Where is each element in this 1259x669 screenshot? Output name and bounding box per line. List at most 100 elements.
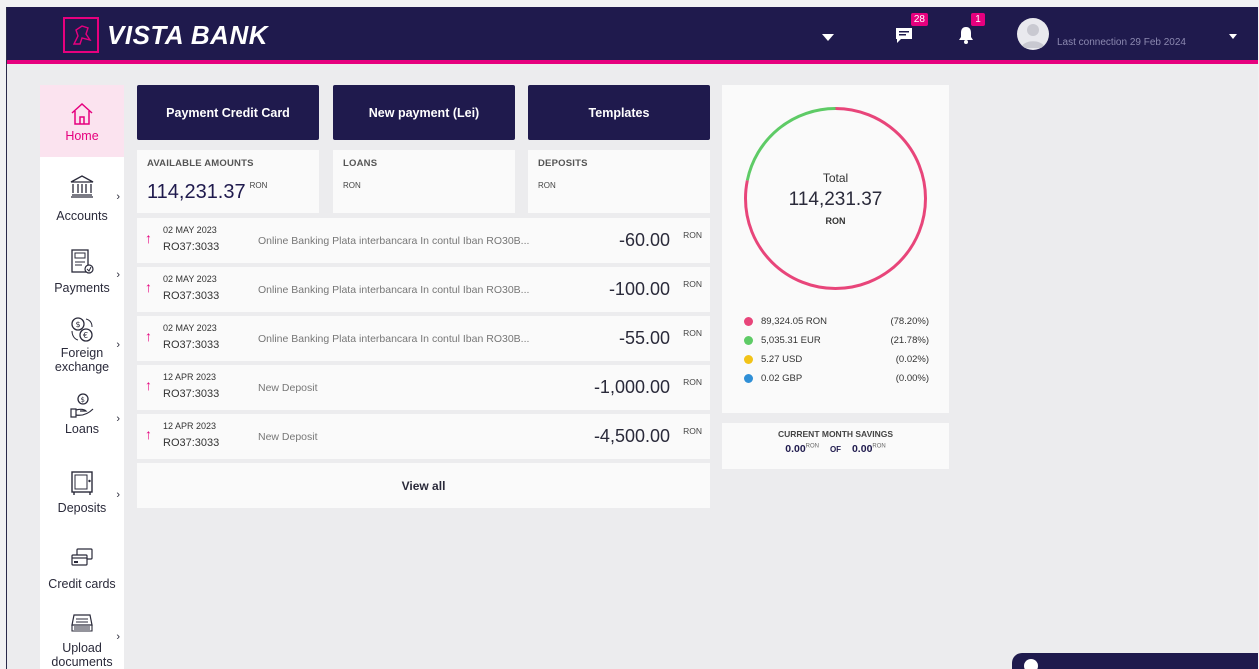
sidebar-item-upload-documents[interactable]: › Upload documents — [40, 603, 124, 669]
brand-logo[interactable]: VISTA BANK — [63, 17, 268, 53]
total-label: Total — [822, 171, 849, 185]
sidebar-item-loans[interactable]: $ › Loans — [40, 385, 124, 457]
new-payment-button[interactable]: New payment (Lei) — [333, 85, 515, 140]
transaction-account: RO37:3033 — [163, 388, 220, 400]
chevron-right-icon: › — [116, 339, 120, 351]
payment-credit-card-button[interactable]: Payment Credit Card — [137, 85, 319, 140]
savings-target: 0.00 — [851, 443, 873, 455]
upload-tray-icon — [71, 614, 93, 632]
last-connection-text: Last connection 29 Feb 2024 — [1057, 37, 1186, 48]
transaction-account: RO37:3033 — [163, 437, 220, 449]
transaction-currency: RON — [683, 328, 702, 338]
transaction-currency: RON — [683, 377, 702, 387]
outgoing-arrow-icon: ↑ — [145, 279, 152, 295]
transaction-currency: RON — [683, 230, 702, 240]
legend-item: 89,324.05 RON (78.20%) — [744, 313, 929, 329]
bank-icon — [70, 175, 94, 198]
chevron-right-icon: › — [116, 191, 120, 203]
available-amounts-title: AVAILABLE AMOUNTS — [147, 158, 254, 169]
transaction-row[interactable]: ↑ 02 MAY 2023 RO37:3033 Online Banking P… — [137, 218, 710, 263]
transaction-amount: -100.00 — [608, 279, 670, 299]
chevron-right-icon: › — [116, 269, 120, 281]
outgoing-arrow-icon: ↑ — [145, 377, 152, 393]
legend-percent: (78.20%) — [890, 315, 929, 327]
transaction-row[interactable]: ↑ 12 APR 2023 RO37:3033 New Deposit -4,5… — [137, 414, 710, 459]
home-icon — [71, 102, 93, 125]
sidebar-item-foreign-exchange[interactable]: $ € › Foreign exchange — [40, 311, 124, 383]
sidebar-item-label: Accounts — [56, 209, 108, 223]
notifications-badge: 1 — [971, 13, 985, 26]
available-amounts-card[interactable]: AVAILABLE AMOUNTS 114,231.37 RON — [137, 150, 319, 213]
safe-icon — [71, 471, 93, 495]
currency-label: RON — [538, 181, 556, 190]
sidebar-item-label: Foreign exchange — [54, 346, 110, 374]
legend-item: 0.02 GBP (0.00%) — [744, 370, 929, 386]
transaction-date: 02 MAY 2023 — [163, 274, 217, 284]
legend-percent: (21.78%) — [890, 334, 929, 346]
transaction-account: RO37:3033 — [163, 290, 220, 302]
transaction-row[interactable]: ↑ 12 APR 2023 RO37:3033 New Deposit -1,0… — [137, 365, 710, 410]
user-icon — [1021, 24, 1045, 48]
top-header: VISTA BANK 28 1 Last connection 29 Feb 2… — [7, 7, 1258, 64]
sidebar-item-accounts[interactable]: › Accounts — [40, 163, 124, 235]
balance-breakdown-card: Total 114,231.37 RON 89,324.05 RON (78.2… — [722, 85, 949, 413]
transaction-date: 02 MAY 2023 — [163, 323, 217, 333]
outgoing-arrow-icon: ↑ — [145, 328, 152, 344]
legend-percent: (0.00%) — [895, 372, 929, 384]
savings-title: CURRENT MONTH SAVINGS — [777, 429, 894, 439]
savings-current-currency: RON — [805, 443, 820, 450]
currency-label: RON — [249, 181, 268, 190]
transaction-row[interactable]: ↑ 02 MAY 2023 RO37:3033 Online Banking P… — [137, 316, 710, 361]
horse-logo-icon — [63, 17, 99, 53]
notifications-button[interactable]: 1 — [957, 13, 985, 45]
sidebar-item-label: Credit cards — [48, 577, 116, 591]
messages-badge: 28 — [910, 13, 928, 26]
sidebar-item-label: Loans — [64, 422, 100, 436]
view-all-button[interactable]: View all — [137, 463, 710, 508]
svg-text:€: € — [83, 331, 88, 340]
credit-card-icon — [71, 548, 93, 566]
savings-of-label: OF — [829, 445, 842, 454]
chat-icon — [1024, 659, 1038, 669]
sidebar-item-credit-cards[interactable]: Credit cards — [40, 535, 124, 607]
messages-button[interactable]: 28 — [894, 13, 928, 45]
sidebar-item-label: Upload documents — [51, 641, 113, 669]
svg-text:$: $ — [81, 396, 85, 404]
transactions-list: ↑ 02 MAY 2023 RO37:3033 Online Banking P… — [137, 218, 710, 463]
templates-button[interactable]: Templates — [528, 85, 710, 140]
sidebar-item-label: Home — [65, 129, 99, 143]
user-avatar[interactable] — [1017, 18, 1049, 50]
user-menu-chevron-icon[interactable] — [1229, 34, 1237, 39]
outgoing-arrow-icon: ↑ — [145, 426, 152, 442]
total-currency: RON — [825, 216, 846, 226]
transaction-description: Online Banking Plata interbancara In con… — [258, 333, 530, 345]
savings-values: 0.00RON OF 0.00RON — [722, 443, 949, 455]
deposits-card[interactable]: DEPOSITS RON — [528, 150, 710, 213]
savings-current: 0.00 — [785, 443, 806, 455]
current-month-savings-card: CURRENT MONTH SAVINGS 0.00RON OF 0.00RON — [722, 423, 949, 469]
account-switch-dropdown[interactable] — [822, 34, 834, 41]
chevron-right-icon: › — [116, 489, 120, 501]
bell-icon — [959, 27, 973, 44]
currency-label: RON — [343, 181, 361, 190]
payment-document-icon — [71, 249, 94, 274]
legend-value: 5,035.31 EUR — [761, 334, 821, 346]
loans-card[interactable]: LOANS RON — [333, 150, 515, 213]
loans-title: LOANS — [343, 158, 378, 169]
transaction-date: 12 APR 2023 — [163, 372, 217, 382]
transaction-currency: RON — [683, 426, 702, 436]
currency-exchange-icon: $ € — [71, 317, 93, 342]
message-icon — [896, 28, 912, 43]
legend-value: 5.27 USD — [761, 353, 803, 365]
sidebar-item-deposits[interactable]: › Deposits — [40, 461, 124, 533]
transaction-amount: -1,000.00 — [593, 377, 670, 397]
transaction-date: 12 APR 2023 — [163, 421, 217, 431]
sidebar-item-home[interactable]: Home — [40, 85, 124, 157]
sidebar-item-payments[interactable]: › Payments — [40, 241, 124, 313]
chat-widget-button[interactable] — [1012, 653, 1258, 669]
legend-value: 89,324.05 RON — [761, 315, 828, 327]
svg-text:$: $ — [76, 320, 81, 329]
deposits-title: DEPOSITS — [538, 158, 588, 169]
legend-dot — [744, 316, 753, 326]
transaction-row[interactable]: ↑ 02 MAY 2023 RO37:3033 Online Banking P… — [137, 267, 710, 312]
